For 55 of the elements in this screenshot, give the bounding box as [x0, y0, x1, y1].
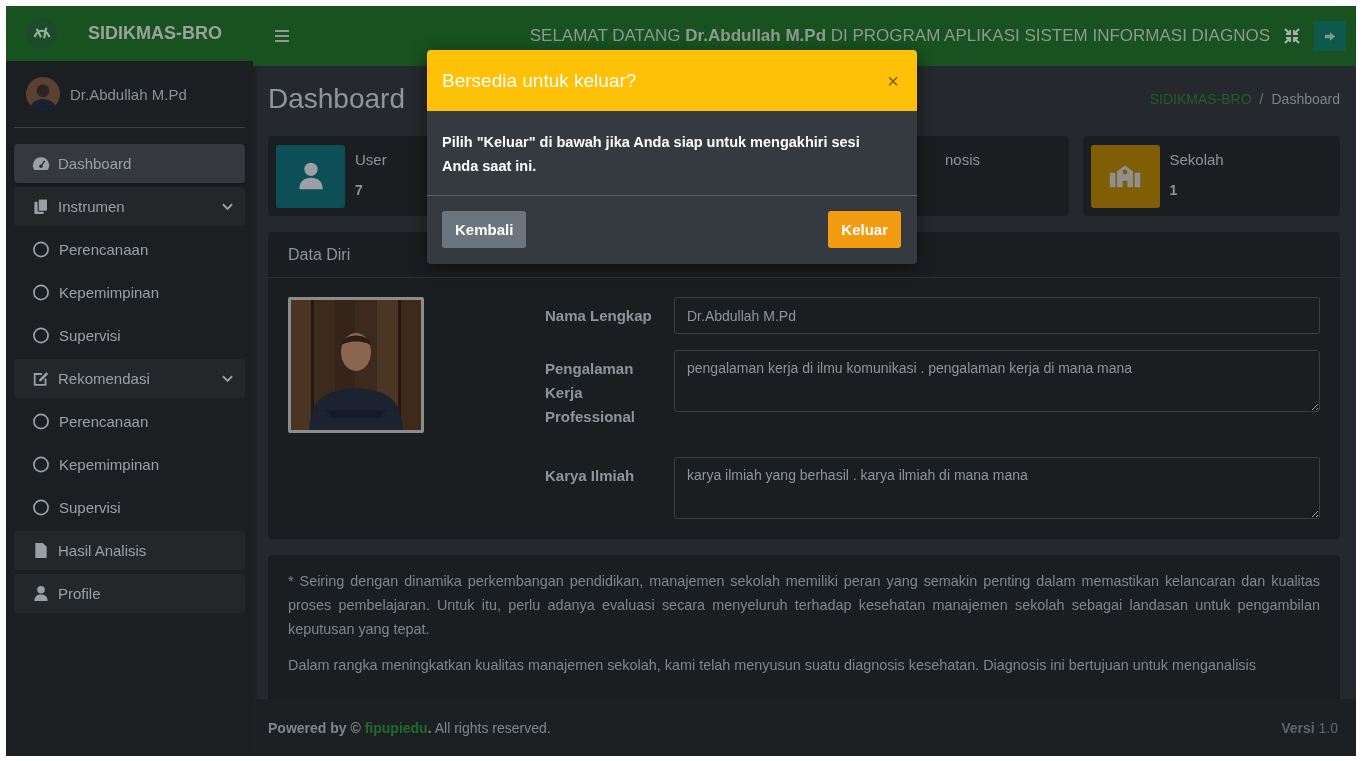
field-label: Nama Lengkap — [545, 306, 653, 326]
stat-label: nosis — [945, 151, 981, 168]
sidebar-item[interactable]: Dashboard — [14, 144, 245, 183]
menu-icon[interactable] — [275, 30, 289, 42]
logout-icon — [1324, 30, 1336, 42]
compress-icon[interactable] — [1284, 28, 1300, 44]
circle-icon — [32, 284, 50, 301]
chevron-icon — [222, 374, 233, 383]
dialog-message: Pilih "Keluar" di bawah jika Anda siap untuk mengakhiri sesi Anda saat ini. — [427, 111, 917, 196]
circle-icon — [32, 456, 50, 473]
dialog-title: Bersedia untuk keluar? — [442, 69, 637, 92]
logout-button[interactable] — [1314, 21, 1346, 51]
sidebar-subitem[interactable]: Supervisi — [14, 316, 245, 355]
circle-icon — [32, 499, 50, 516]
sidebar-item[interactable]: Instrumen — [14, 187, 245, 226]
copy-icon — [32, 198, 50, 215]
field-label: Pengalaman Kerja Professional — [545, 359, 637, 427]
page-title: Dashboard — [268, 83, 405, 115]
circle-icon — [32, 413, 50, 430]
back-button[interactable]: Kembali — [442, 211, 527, 248]
breadcrumb-separator: / — [1259, 91, 1264, 107]
info-paragraph: * Seiring dengan dinamika perkembangan pendidikan, manajemen sekolah memiliki peran yang semakin penting dalam memastikan kelancaran dan kualitas proses pembelajaran. Untuk itu, perlu adanya evaluasi secara menyeluruh terhadap kesehatan manajemen sekolah sebagai landasan untuk pengambilan keputusan yang tepat. — [288, 572, 1320, 639]
version-text: Versi 1.0 — [1281, 719, 1338, 736]
brand-title: SIDIKMAS-BRO — [88, 23, 222, 44]
sidebar-subitem[interactable]: Kepemimpinan — [14, 445, 245, 484]
footer-credit: Powered by © fipupiedu. All rights reserved. — [268, 719, 551, 736]
info-paragraph: Dalam rangka meningkatkan kualitas manajemen sekolah, kami telah menyusun suatu diagnosis kesehatan. Diagnosis ini bertujuan untuk menganalisis — [288, 656, 1257, 675]
name-field[interactable]: Dr.Abdullah M.Pd — [674, 297, 1320, 334]
stat-value: 1 — [1169, 182, 1179, 198]
avatar — [26, 77, 60, 111]
sidebar-subitem[interactable]: Kepemimpinan — [14, 273, 245, 312]
welcome-text: SELAMAT DATANG Dr.Abdullah M.Pd DI PROGRAM APLIKASI SISTEM INFORMASI DIAGNOS — [528, 26, 1270, 46]
sidebar-item[interactable]: Rekomendasi — [14, 359, 245, 398]
chevron-icon — [222, 202, 233, 211]
stat-label: Sekolah — [1169, 151, 1224, 168]
edit-icon — [32, 370, 50, 387]
text-area[interactable]: pengalaman kerja di ilmu komunikasi . pengalaman kerja di mana mana — [674, 350, 1320, 412]
user-name: Dr.Abdullah M.Pd — [70, 85, 187, 103]
sidebar-item[interactable]: Profile — [14, 574, 245, 613]
circle-icon — [32, 327, 50, 344]
breadcrumb-current: Dashboard — [1271, 91, 1340, 107]
close-button[interactable]: × — [885, 70, 901, 91]
stat-value: 7 — [355, 182, 364, 198]
gauge-icon — [32, 155, 50, 172]
sidebar-subitem[interactable]: Perencanaan — [14, 402, 245, 441]
sidebar-subitem[interactable]: Supervisi — [14, 488, 245, 527]
logo-icon — [26, 17, 58, 50]
stat-label: User — [355, 151, 387, 168]
sidebar-subitem[interactable]: Perencanaan — [14, 230, 245, 269]
user-icon — [32, 585, 50, 602]
field-label: Karya Ilmiah — [545, 466, 636, 486]
text-area[interactable]: karya ilmiah yang berhasil . karya ilmiah di mana mana — [674, 457, 1320, 519]
circle-icon — [32, 241, 50, 258]
file-icon — [32, 542, 50, 559]
sidebar-item[interactable]: Hasil Analisis — [14, 531, 245, 570]
